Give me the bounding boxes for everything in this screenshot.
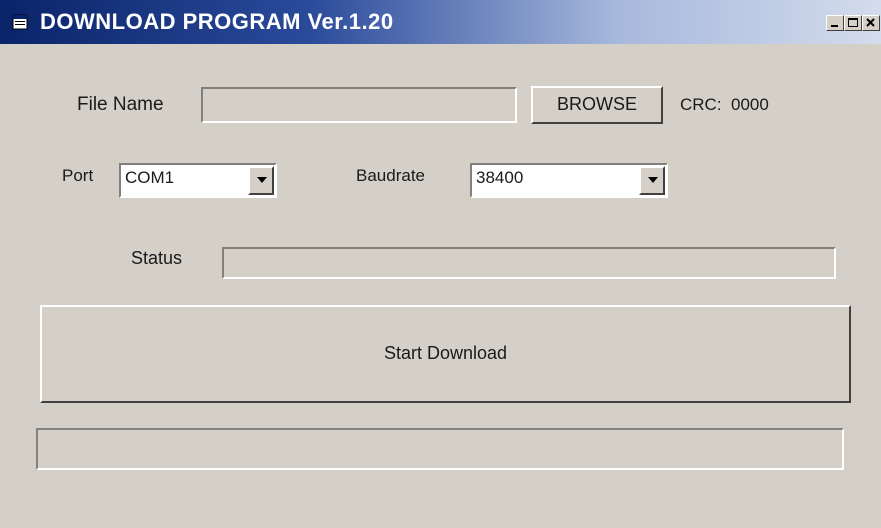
download-progress-bar [36,428,844,470]
title-bar[interactable]: DOWNLOAD PROGRAM Ver.1.20 [0,0,881,44]
baudrate-select[interactable]: 38400 [470,163,668,198]
baudrate-selected-value: 38400 [476,168,524,187]
minimize-button[interactable] [826,15,844,31]
baudrate-dropdown-button[interactable] [639,166,665,195]
status-field [222,247,836,279]
browse-button-label: BROWSE [556,94,637,114]
file-name-field[interactable] [201,87,517,123]
maximize-icon [848,18,858,27]
start-download-label: Start Download [383,343,508,363]
app-icon[interactable] [12,14,28,30]
file-name-label: File Name [77,94,164,115]
download-program-window: DOWNLOAD PROGRAM Ver.1.20 File Name BROW… [0,0,881,528]
maximize-button[interactable] [844,15,862,31]
minimize-icon [831,25,838,27]
port-selected-value: COM1 [125,168,175,187]
start-download-button[interactable]: Start Download [40,305,851,403]
crc-value: 0000 [731,95,769,114]
window-title: DOWNLOAD PROGRAM Ver.1.20 [40,9,394,34]
port-dropdown-button[interactable] [248,166,274,195]
port-select[interactable]: COM1 [119,163,277,198]
close-button[interactable] [862,15,880,31]
crc-label: CRC: [680,95,722,114]
baudrate-label: Baudrate [356,166,425,185]
chevron-down-icon [648,177,658,183]
chevron-down-icon [257,177,267,183]
port-label: Port [62,166,94,185]
browse-button[interactable]: BROWSE [531,86,663,124]
close-icon [866,18,875,27]
status-label: Status [131,248,183,268]
